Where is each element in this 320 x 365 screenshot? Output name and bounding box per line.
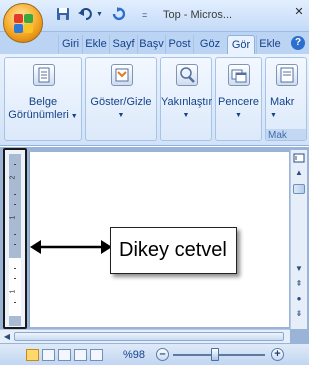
vertical-scrollbar[interactable]: ▲ ▼ ⇞ ● ⇟ (290, 150, 307, 329)
window-title: Top - Micros... (163, 9, 233, 21)
title-bar: ▼ = Top - Micros... ✕ (0, 0, 309, 32)
ruler-margin-top (9, 154, 21, 258)
group-label-window: Pencere ▼ (216, 96, 261, 122)
undo-icon[interactable] (78, 7, 94, 24)
group-label-show-hide: Göster/Gizle ▼ (86, 96, 156, 122)
tab-basvurular[interactable]: Başv (137, 35, 165, 54)
chevron-down-icon: ▼ (68, 113, 78, 120)
browse-object-icon[interactable]: ● (292, 293, 306, 305)
ruler-tick (14, 194, 16, 195)
macro-icon (276, 64, 298, 86)
ruler-number: 2 (9, 175, 17, 180)
tab-eklentiler[interactable]: Ekle (256, 35, 283, 54)
group-label-macros: Makr ▼ (270, 96, 306, 122)
ruler-text-area (9, 258, 21, 316)
group-label-document-views: Belge Görünümleri ▼ (5, 96, 81, 123)
zoom-slider-thumb[interactable] (211, 348, 220, 361)
ruler-tick (14, 268, 16, 269)
ruler-number: 1 (9, 289, 17, 294)
ruler-tick (14, 302, 16, 303)
group-document-views[interactable]: Belge Görünümleri ▼ (4, 57, 82, 141)
save-icon[interactable] (56, 7, 70, 24)
scroll-up-icon[interactable]: ▲ (292, 167, 306, 179)
group-label-zoom: Yakınlaştır ▼ (161, 96, 213, 122)
zoom-level[interactable]: %98 (123, 349, 145, 361)
tab-sayfa-duzeni[interactable]: Sayf (109, 35, 137, 54)
scroll-left-icon[interactable]: ◀ (1, 330, 13, 343)
group-label-line1: Yakınlaştır (161, 96, 213, 108)
zoom-icon (176, 64, 198, 86)
window-icon (228, 64, 250, 86)
scroll-thumb[interactable] (293, 184, 305, 194)
horizontal-scroll-thumb[interactable] (14, 332, 284, 341)
document-views-icon (33, 64, 55, 86)
group-macros[interactable]: Makr ▼ Mak (265, 57, 307, 141)
outline-view-icon[interactable] (74, 349, 87, 361)
group-label-line1: Pencere (218, 96, 259, 108)
draft-view-icon[interactable] (90, 349, 103, 361)
ruler-tick (14, 204, 16, 205)
office-button[interactable] (3, 3, 43, 43)
ruler-toggle-icon[interactable] (292, 152, 306, 164)
group-window[interactable]: Pencere ▼ (215, 57, 262, 141)
group-label-line1: Belge (28, 96, 58, 108)
vertical-ruler[interactable]: 2 1 1 (3, 148, 27, 329)
chevron-down-icon: ▼ (182, 112, 190, 119)
undo-dropdown-icon[interactable]: ▼ (96, 11, 103, 18)
ribbon: Belge Görünümleri ▼ Göster/Gizle ▼ Yakın… (0, 54, 309, 146)
macro-group-caption: Mak (266, 129, 306, 140)
tab-gozden-gecir[interactable]: Göz (193, 35, 226, 54)
tab-giris[interactable]: Giri (58, 35, 82, 54)
customize-icon[interactable]: = (142, 10, 147, 20)
help-icon[interactable]: ? (291, 36, 305, 50)
group-zoom[interactable]: Yakınlaştır ▼ (160, 57, 212, 141)
ruler-tick (14, 234, 16, 235)
callout-label: Dikey cetvel (110, 227, 237, 274)
show-hide-icon (111, 64, 133, 86)
next-page-icon[interactable]: ⇟ (292, 308, 306, 320)
zoom-out-icon[interactable]: – (156, 348, 169, 361)
tab-gorunum[interactable]: Gör (227, 35, 255, 54)
redo-icon[interactable] (111, 7, 126, 24)
office-logo-icon (14, 14, 33, 33)
close-icon[interactable]: ✕ (291, 4, 307, 20)
group-label-line1: Makr (270, 96, 295, 108)
status-bar: %98 – + (0, 343, 309, 365)
ruler-number: 1 (9, 215, 17, 220)
ruler-margin-bottom (9, 316, 21, 326)
horizontal-scrollbar[interactable]: ◀ (0, 329, 290, 343)
print-layout-view-icon[interactable] (26, 349, 39, 361)
ruler-tick (14, 164, 16, 165)
scroll-down-icon[interactable]: ▼ (292, 263, 306, 275)
double-arrow-icon (30, 240, 112, 254)
group-label-line2: Görünümleri (8, 109, 69, 121)
ribbon-tabs: Giri Ekle Sayf Başv Post Göz Gör Ekle ? (0, 32, 309, 54)
web-layout-view-icon[interactable] (58, 349, 71, 361)
ruler-tick (14, 244, 16, 245)
previous-page-icon[interactable]: ⇞ (292, 278, 306, 290)
chevron-down-icon: ▼ (117, 112, 125, 119)
tab-ekle[interactable]: Ekle (82, 35, 109, 54)
group-label-line1: Göster/Gizle (90, 96, 152, 108)
group-show-hide[interactable]: Göster/Gizle ▼ (85, 57, 157, 141)
full-screen-reading-view-icon[interactable] (42, 349, 55, 361)
chevron-down-icon: ▼ (270, 112, 277, 119)
tab-postalar[interactable]: Post (165, 35, 193, 54)
chevron-down-icon: ▼ (235, 112, 242, 119)
ruler-tick (14, 278, 16, 279)
zoom-in-icon[interactable]: + (271, 348, 284, 361)
